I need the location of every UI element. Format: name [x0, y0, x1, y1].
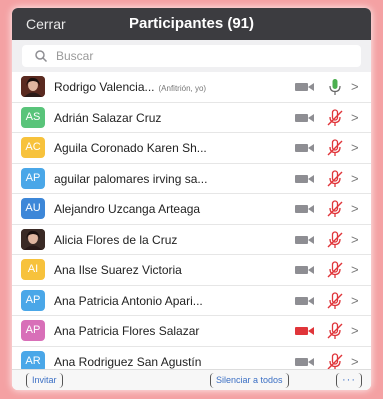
chevron-right-icon[interactable]: >	[351, 354, 359, 369]
video-camera-icon	[295, 144, 314, 152]
avatar: AS	[21, 106, 45, 128]
avatar: AP	[21, 167, 45, 189]
video-camera-icon	[295, 296, 314, 305]
microphone-muted-icon	[327, 352, 343, 370]
search-icon	[35, 50, 48, 63]
avatar: AI	[21, 259, 45, 280]
participant-name: Alejandro Uzcanga Arteaga	[54, 202, 278, 216]
more-button[interactable]: ···	[336, 373, 362, 388]
video-camera-icon	[295, 113, 314, 122]
participant-row[interactable]: Rodrigo Valencia... (Anfitrión, yo) >	[12, 72, 371, 103]
search-bar	[12, 40, 371, 72]
video-camera-icon	[295, 235, 314, 244]
chevron-right-icon[interactable]: >	[351, 232, 359, 247]
chevron-right-icon[interactable]: >	[351, 79, 359, 94]
chevron-right-icon[interactable]: >	[351, 262, 359, 277]
avatar: AP	[21, 320, 45, 341]
video-camera-icon	[295, 174, 314, 183]
video-camera-icon	[295, 357, 314, 366]
mute-all-button[interactable]: Silenciar a todos	[210, 373, 289, 388]
panel-title: Participantes (91)	[128, 15, 255, 32]
participant-name-text: Rodrigo Valencia...	[54, 80, 155, 94]
avatar: AC	[21, 137, 45, 158]
participant-row[interactable]: Alicia Flores de la Cruz >	[12, 224, 371, 255]
participant-name-text: Alicia Flores de la Cruz	[54, 232, 178, 247]
participant-row[interactable]: AP Ana Patricia Antonio Apari... >	[12, 285, 371, 316]
participant-name: Ana Patricia Antonio Apari...	[54, 294, 278, 308]
participant-name: Ana Ilse Suarez Victoria	[54, 263, 278, 277]
participant-name: Rodrigo Valencia... (Anfitrión, yo)	[54, 80, 278, 94]
top-bar: Cerrar Participantes (91)	[12, 8, 371, 40]
microphone-muted-icon	[327, 291, 343, 309]
chevron-right-icon[interactable]: >	[351, 110, 359, 125]
microphone-muted-icon	[327, 200, 343, 217]
participant-role: (Anfitrión, yo)	[158, 84, 207, 93]
participant-name: Ana Patricia Flores Salazar	[54, 324, 278, 338]
bottom-toolbar: Invitar Silenciar a todos ···	[12, 369, 371, 390]
chevron-right-icon[interactable]: >	[351, 293, 359, 308]
participant-name-text: Ana Patricia Flores Salazar	[54, 324, 200, 338]
chevron-right-icon[interactable]: >	[351, 323, 359, 338]
participant-name: Ana Rodriguez San Agustín	[54, 355, 278, 369]
avatar: AU	[21, 198, 45, 219]
participants-panel: Cerrar Participantes (91) Rodrigo Valenc…	[12, 8, 371, 390]
participant-row[interactable]: AS Adrián Salazar Cruz >	[12, 102, 371, 133]
participant-row[interactable]: AU Alejandro Uzcanga Arteaga >	[12, 194, 371, 225]
participant-row[interactable]: AC Aguila Coronado Karen Sh... >	[12, 133, 371, 164]
video-camera-icon	[295, 83, 314, 91]
video-camera-icon	[295, 327, 314, 335]
search-input[interactable]	[54, 48, 338, 64]
chevron-right-icon[interactable]: >	[351, 140, 359, 155]
chevron-right-icon[interactable]: >	[351, 201, 359, 216]
participant-name: Aguila Coronado Karen Sh...	[54, 141, 278, 155]
participant-row[interactable]: AI Ana Ilse Suarez Victoria >	[12, 255, 371, 286]
microphone-icon	[329, 79, 341, 95]
participant-list: Rodrigo Valencia... (Anfitrión, yo) > AS Adr…	[12, 72, 371, 390]
video-camera-icon	[295, 266, 314, 274]
chevron-right-icon[interactable]: >	[351, 171, 359, 186]
participant-row[interactable]: AP Ana Patricia Flores Salazar >	[12, 316, 371, 347]
participant-row[interactable]: AP aguilar palomares irving sa... >	[12, 163, 371, 194]
microphone-muted-icon	[327, 169, 343, 187]
video-camera-icon	[295, 205, 314, 213]
participant-name: Alicia Flores de la Cruz	[54, 233, 278, 247]
microphone-muted-icon	[327, 261, 343, 278]
microphone-muted-icon	[327, 230, 343, 248]
participant-name: Adrián Salazar Cruz	[54, 111, 278, 125]
search-box[interactable]	[22, 45, 361, 67]
participant-name-text: Aguila Coronado Karen Sh...	[54, 141, 207, 155]
microphone-muted-icon	[327, 108, 343, 126]
participant-name-text: Ana Rodriguez San Agustín	[54, 354, 202, 369]
participant-name-text: Ana Patricia Antonio Apari...	[54, 293, 203, 308]
avatar-photo	[21, 228, 45, 250]
participant-name-text: Adrián Salazar Cruz	[54, 110, 162, 125]
participant-name-text: aguilar palomares irving sa...	[54, 171, 208, 186]
microphone-muted-icon	[327, 139, 343, 156]
participant-name-text: Ana Ilse Suarez Victoria	[54, 263, 182, 277]
microphone-muted-icon	[327, 322, 343, 339]
participant-name: aguilar palomares irving sa...	[54, 172, 278, 186]
participant-name-text: Alejandro Uzcanga Arteaga	[54, 202, 201, 216]
avatar-photo	[21, 76, 45, 97]
avatar: AP	[21, 289, 45, 311]
invite-button[interactable]: Invitar	[26, 373, 63, 388]
